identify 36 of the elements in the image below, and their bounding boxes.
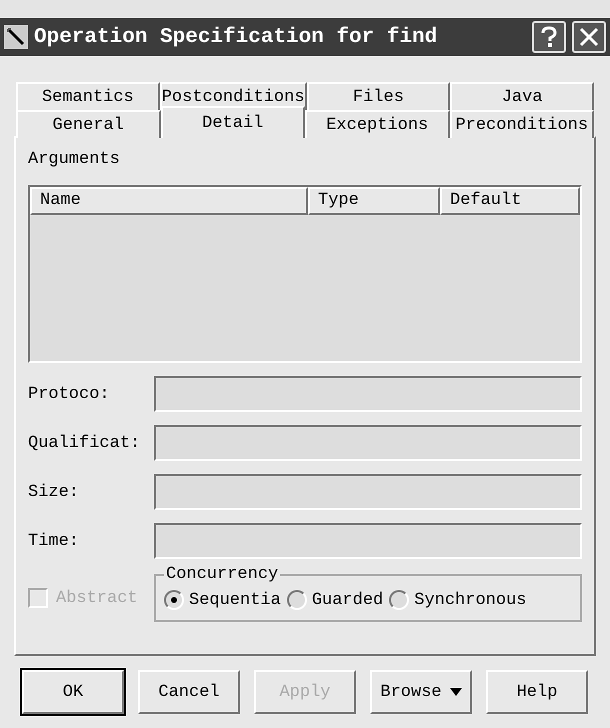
- dialog-button[interactable]: Cancel: [138, 670, 240, 714]
- column-header[interactable]: Default: [440, 187, 580, 215]
- radio-button[interactable]: [164, 590, 184, 610]
- radio-button[interactable]: [286, 590, 307, 610]
- radio-label: Sequentia: [189, 590, 281, 610]
- close-icon[interactable]: [572, 21, 606, 53]
- field-label: Protoco:: [28, 384, 111, 404]
- wand-icon: [4, 25, 28, 49]
- radio-label: Synchronous: [414, 590, 526, 610]
- tab[interactable]: Exceptions: [305, 110, 450, 138]
- column-header[interactable]: Name: [30, 187, 308, 215]
- radio-label: Guarded: [312, 590, 384, 610]
- caret-icon: [450, 688, 462, 696]
- dialog-button[interactable]: Help: [486, 670, 588, 714]
- tab[interactable]: Preconditions: [450, 110, 594, 138]
- radio-button[interactable]: [389, 590, 410, 610]
- tab[interactable]: Semantics: [16, 82, 160, 110]
- input-field[interactable]: [154, 474, 582, 510]
- tab[interactable]: Detail: [160, 106, 305, 138]
- dialog-button[interactable]: Browse: [370, 670, 472, 714]
- tab[interactable]: Files: [306, 82, 450, 110]
- dialog-button[interactable]: OK: [22, 670, 124, 714]
- input-field[interactable]: [154, 523, 582, 559]
- field-label: Size:: [28, 482, 80, 502]
- group-label: Concurrency: [165, 565, 280, 584]
- window-title: Operation Specification for find: [34, 26, 438, 48]
- section-label: Arguments: [28, 150, 121, 169]
- help-icon[interactable]: [532, 21, 566, 53]
- tab[interactable]: Java: [450, 82, 594, 110]
- field-label: Qualificat:: [28, 434, 142, 452]
- column-header[interactable]: Type: [308, 187, 440, 215]
- tab[interactable]: General: [16, 110, 160, 138]
- input-field[interactable]: [154, 425, 582, 461]
- input-field[interactable]: [154, 376, 582, 412]
- field-label: Time:: [28, 532, 80, 550]
- checkbox-label: Abstract: [56, 588, 138, 608]
